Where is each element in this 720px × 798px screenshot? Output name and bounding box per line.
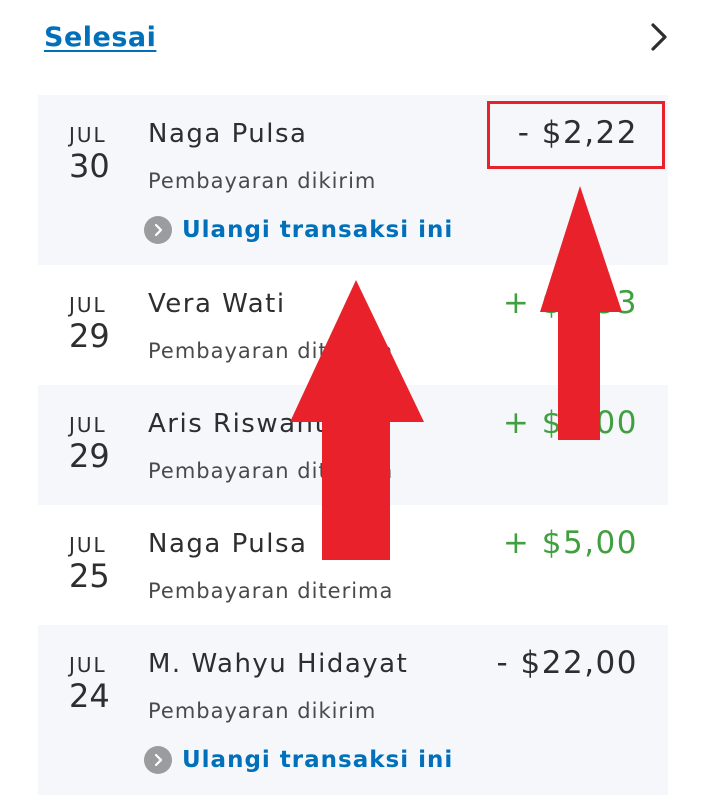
amount-highlight-box — [487, 101, 665, 169]
transaction-name: Naga Pulsa — [148, 529, 308, 559]
chevron-circle-icon — [144, 216, 172, 244]
transaction-month: JUL — [69, 413, 107, 437]
transaction-day: 30 — [69, 147, 110, 185]
transaction-name: M. Wahyu Hidayat — [148, 649, 409, 679]
repeat-transaction-label: Ulangi transaksi ini — [182, 747, 454, 773]
transaction-day: 25 — [69, 557, 110, 595]
chevron-right-icon[interactable] — [644, 22, 674, 52]
transaction-row[interactable]: JUL 29 Aris Riswanto Pembayaran diterima… — [38, 385, 668, 505]
header: Selesai — [0, 0, 720, 90]
transaction-day: 24 — [69, 677, 110, 715]
repeat-transaction-label: Ulangi transaksi ini — [182, 217, 454, 243]
transaction-name: Vera Wati — [148, 289, 286, 319]
transaction-amount: - $22,00 — [496, 645, 638, 681]
transaction-month: JUL — [69, 533, 107, 557]
transaction-day: 29 — [69, 437, 110, 475]
transaction-row[interactable]: JUL 24 M. Wahyu Hidayat Pembayaran dikir… — [38, 625, 668, 795]
transaction-status: Pembayaran diterima — [148, 459, 394, 483]
transaction-status: Pembayaran diterima — [148, 579, 394, 603]
transaction-name: Aris Riswanto — [148, 409, 344, 439]
transaction-status: Pembayaran diterima — [148, 339, 394, 363]
transaction-day: 29 — [69, 317, 110, 355]
transaction-name: Naga Pulsa — [148, 119, 308, 149]
transaction-amount: + $5,00 — [502, 525, 638, 561]
done-link[interactable]: Selesai — [44, 22, 156, 53]
transaction-status: Pembayaran dikirim — [148, 169, 377, 193]
chevron-circle-icon — [144, 746, 172, 774]
transaction-amount: + $5,00 — [502, 405, 638, 441]
repeat-transaction-link[interactable]: Ulangi transaksi ini — [144, 745, 453, 775]
repeat-transaction-link[interactable]: Ulangi transaksi ini — [144, 215, 453, 245]
transaction-month: JUL — [69, 293, 107, 317]
transaction-row[interactable]: JUL 29 Vera Wati Pembayaran diterima + $… — [38, 265, 668, 385]
transaction-month: JUL — [69, 123, 107, 147]
transaction-row[interactable]: JUL 25 Naga Pulsa Pembayaran diterima + … — [38, 505, 668, 625]
transaction-month: JUL — [69, 653, 107, 677]
transaction-status: Pembayaran dikirim — [148, 699, 377, 723]
transaction-amount: + $3,33 — [502, 285, 638, 321]
